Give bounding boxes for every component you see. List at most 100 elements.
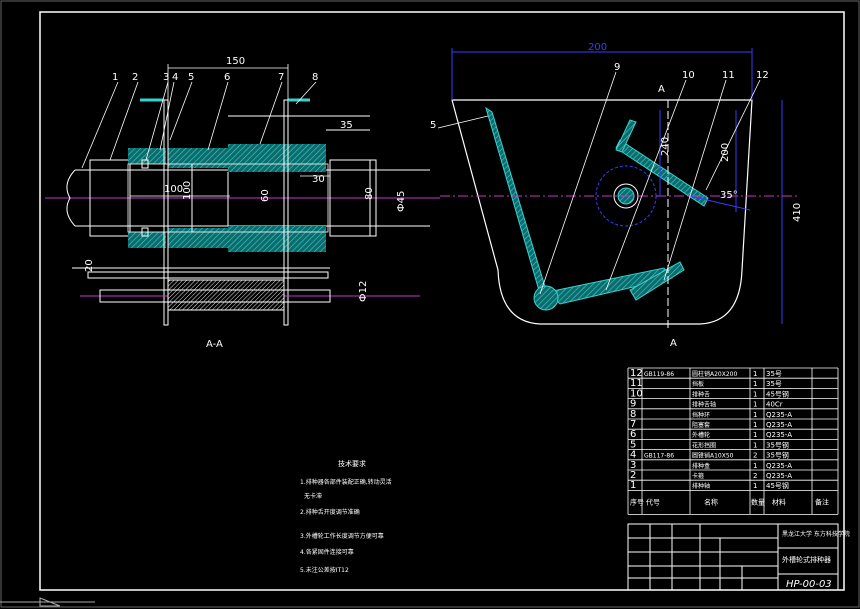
dim-150: 150 bbox=[226, 56, 245, 67]
table-cell-qty: 1 bbox=[753, 411, 757, 419]
balloon-r9: 9 bbox=[614, 62, 620, 73]
table-header-qty: 数量 bbox=[751, 497, 765, 506]
cad-drawing-canvas: 150 35 30 100 100 80 60 20 Ф45 Ф12 1 2 3… bbox=[0, 0, 860, 608]
table-header-note: 备注 bbox=[815, 497, 829, 506]
note-line-3: 2.排种舌开度调节准确 bbox=[300, 508, 360, 516]
drawing-number: HP-00-03 bbox=[786, 579, 832, 590]
table-cell-mat: Q235-A bbox=[766, 472, 792, 480]
hopper-wall bbox=[485, 106, 547, 295]
table-cell-qty: 1 bbox=[753, 390, 757, 398]
note-line-2: 无卡滞 bbox=[304, 492, 322, 500]
dim-60: 60 bbox=[260, 189, 271, 202]
table-cell-mat: 35号 bbox=[766, 370, 782, 378]
table-cell-name: 卡箍 bbox=[692, 472, 704, 480]
balloon-3: 3 bbox=[163, 72, 169, 83]
balloon-5: 5 bbox=[188, 72, 194, 83]
fluted-roller-upper bbox=[168, 148, 228, 168]
note-line-4: 3.外槽轮工作长度调节方便可靠 bbox=[300, 532, 384, 540]
balloon-r12: 12 bbox=[756, 70, 769, 81]
dim-200-vert: 200 bbox=[720, 143, 731, 162]
section-mark-a-bottom: A bbox=[670, 338, 677, 349]
table-cell-mat: Q235-A bbox=[766, 411, 792, 419]
note-line-6: 5.未注公差按IT12 bbox=[300, 566, 349, 574]
table-cell-mat: 40Cr bbox=[766, 401, 783, 409]
table-cell-name: 排种盒 bbox=[692, 462, 710, 470]
table-header-no: 序号 bbox=[630, 497, 644, 506]
table-cell-qty: 1 bbox=[753, 482, 757, 490]
balloon-4: 4 bbox=[172, 72, 178, 83]
fluted-roller-lower bbox=[168, 228, 228, 248]
side-plate-right bbox=[283, 99, 289, 326]
notes-heading: 技术要求 bbox=[338, 459, 366, 468]
table-cell-qty: 2 bbox=[753, 452, 757, 460]
balloon-r11: 11 bbox=[722, 70, 735, 81]
table-cell-qty: 1 bbox=[753, 370, 757, 378]
table-cell-qty: 1 bbox=[753, 380, 757, 388]
table-cell-name: 排种轴 bbox=[692, 482, 710, 490]
table-cell-mat: 35号 bbox=[766, 380, 782, 388]
balloon-2: 2 bbox=[132, 72, 138, 83]
balloon-r10: 10 bbox=[682, 70, 695, 81]
table-cell-mat: Q235-A bbox=[766, 462, 792, 470]
tongue-shaft bbox=[533, 285, 559, 311]
table-cell-qty: 1 bbox=[753, 421, 757, 429]
outer-border bbox=[0, 0, 860, 608]
table-header-name: 名称 bbox=[704, 497, 718, 506]
note-line-5: 4.各紧固件连接可靠 bbox=[300, 548, 354, 556]
dim-35: 35 bbox=[340, 120, 353, 131]
dim-200: 200 bbox=[588, 42, 607, 53]
table-cell-name: 花形挡圈 bbox=[692, 441, 716, 449]
balloon-1: 1 bbox=[112, 72, 118, 83]
table-cell-qty: 2 bbox=[753, 472, 757, 480]
dim-100: 100 bbox=[164, 184, 183, 195]
table-cell-code: GB119-86 bbox=[644, 371, 674, 378]
dim-240: 240 bbox=[660, 137, 671, 156]
balloon-8: 8 bbox=[312, 72, 318, 83]
dim-100-vert: 100 bbox=[182, 181, 193, 200]
cut-off-sleeve-lower bbox=[228, 226, 326, 252]
note-line-1: 1.排种器各部件装配正确,转动灵活 bbox=[300, 478, 392, 486]
dim-30: 30 bbox=[312, 174, 325, 185]
table-header-mat: 材料 bbox=[772, 497, 786, 506]
drawing-title: 外槽轮式排种器 bbox=[782, 555, 831, 564]
balloon-7: 7 bbox=[278, 72, 284, 83]
table-cell-qty: 1 bbox=[753, 462, 757, 470]
dim-35-deg: 35° bbox=[720, 190, 738, 201]
table-header-code: 代号 bbox=[646, 497, 660, 506]
table-cell-mat: Q235-A bbox=[766, 421, 792, 429]
table-cell-name: 挡种环 bbox=[692, 411, 710, 419]
table-cell-name: 挡板 bbox=[692, 380, 704, 388]
table-cell-mat: 35号钢 bbox=[766, 451, 789, 460]
table-cell-mat: 45号钢 bbox=[766, 481, 789, 490]
section-mark-a-top: A bbox=[658, 84, 665, 95]
table-cell-name: 外槽轮 bbox=[692, 431, 710, 439]
right-view: 200 410 240 200 35° 5 9 10 11 12 A A bbox=[430, 42, 803, 349]
dim-phi12: Ф12 bbox=[358, 281, 369, 302]
title-block: 黑龙江大学 东方科技学院 外槽轮式排种器 HP-00-03 bbox=[627, 523, 850, 591]
section-label-aa: A-A bbox=[206, 339, 223, 350]
balloon-r5: 5 bbox=[430, 120, 436, 131]
balloon-6: 6 bbox=[224, 72, 230, 83]
left-view: 150 35 30 100 100 80 60 20 Ф45 Ф12 1 2 3… bbox=[45, 56, 440, 350]
table-cell-name: 排种舌 bbox=[692, 390, 710, 398]
dim-phi45: Ф45 bbox=[396, 191, 407, 212]
school-name: 黑龙江大学 东方科技学院 bbox=[782, 530, 850, 538]
table-cell-qty: 1 bbox=[753, 441, 757, 449]
side-plate-left bbox=[163, 99, 169, 326]
table-cell-no: 1 bbox=[630, 480, 636, 491]
table-cell-mat: 35号钢 bbox=[766, 440, 789, 449]
table-cell-name: 阻塞套 bbox=[692, 421, 710, 429]
table-cell-name: 圆锥销A10X50 bbox=[692, 452, 734, 460]
collar-lower bbox=[128, 232, 166, 248]
table-cell-name: 圆柱销A20X200 bbox=[692, 370, 737, 378]
lower-bar bbox=[87, 271, 329, 279]
table-cell-qty: 1 bbox=[753, 431, 757, 439]
table-cell-code: GB117-86 bbox=[644, 453, 674, 460]
dim-80: 80 bbox=[364, 187, 375, 200]
table-cell-qty: 1 bbox=[753, 401, 757, 409]
dim-410: 410 bbox=[792, 203, 803, 222]
table-cell-mat: Q235-A bbox=[766, 431, 792, 439]
lower-roller bbox=[167, 279, 285, 311]
parts-table: 12 GB119-86 圆柱销A20X200 1 35号11 挡板 1 35号10 排种舌 1 45… bbox=[627, 367, 839, 515]
tech-notes: 技术要求 1.排种器各部件装配正确,转动灵活 无卡滞 2.排种舌开度调节准确 3… bbox=[300, 459, 392, 574]
